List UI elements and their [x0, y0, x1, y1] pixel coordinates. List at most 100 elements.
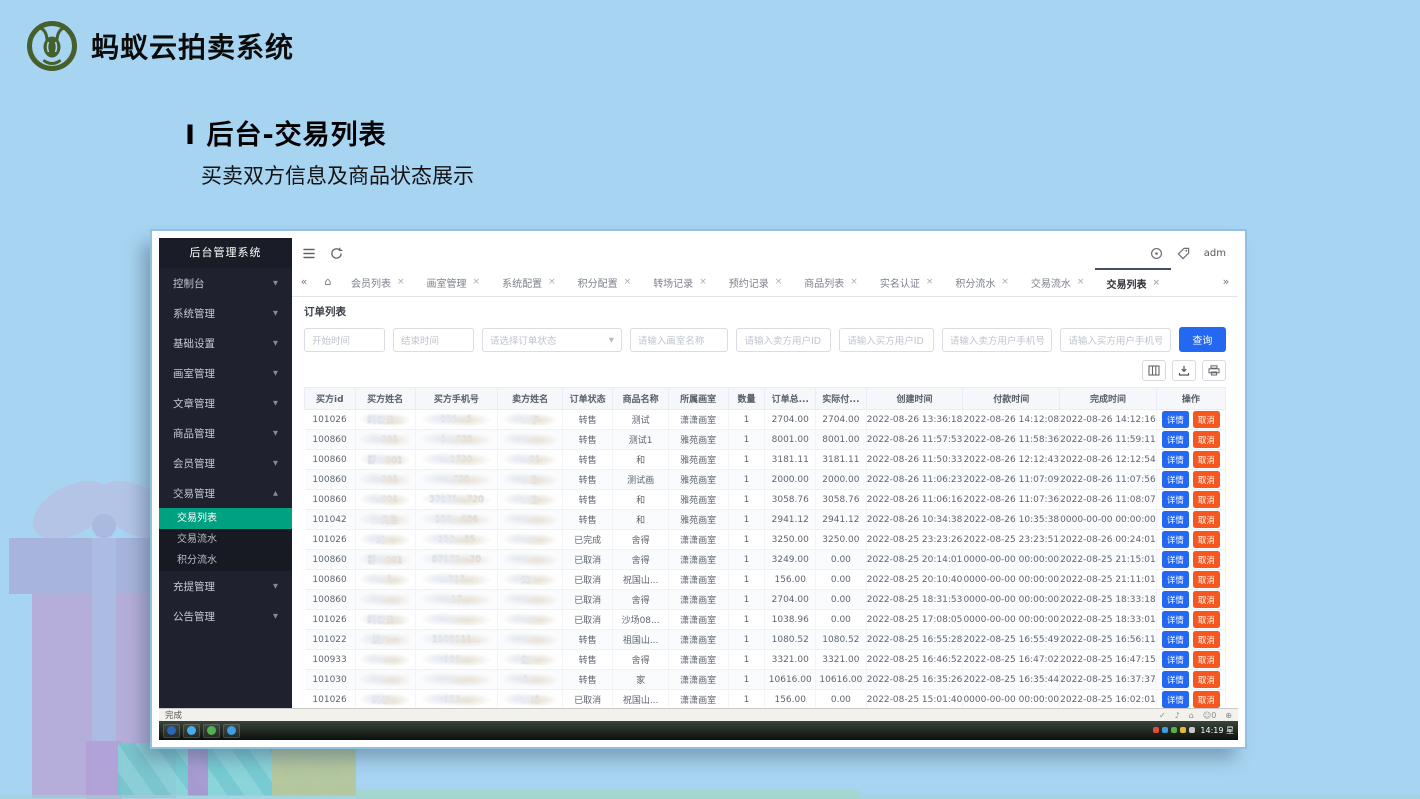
sidebar-item-会员管理[interactable]: 会员管理▼ [159, 448, 292, 478]
cell-value: 2022-08-26 10:35:38 [963, 515, 1059, 525]
sidebar-item-画室管理[interactable]: 画室管理▼ [159, 358, 292, 388]
export-icon[interactable] [1172, 360, 1196, 381]
collapse-menu-icon[interactable] [302, 247, 316, 260]
sidebar-subitem-交易流水[interactable]: 交易流水 [159, 529, 292, 550]
cell: 100933 [305, 650, 356, 670]
taskbar-app-icon[interactable] [183, 724, 200, 738]
sidebar-item-交易管理[interactable]: 交易管理▲ [159, 478, 292, 508]
detail-button[interactable]: 详情 [1162, 451, 1189, 468]
query-button[interactable]: 查询 [1179, 327, 1226, 352]
detail-button[interactable]: 详情 [1162, 431, 1189, 448]
cancel-button[interactable]: 取消 [1193, 451, 1220, 468]
cancel-button[interactable]: 取消 [1193, 491, 1220, 508]
cancel-button[interactable]: 取消 [1193, 671, 1220, 688]
cancel-button[interactable]: 取消 [1193, 571, 1220, 588]
tab-close-icon[interactable]: × [624, 277, 632, 287]
sidebar-item-商品管理[interactable]: 商品管理▼ [159, 418, 292, 448]
sidebar-item-基础设置[interactable]: 基础设置▼ [159, 328, 292, 358]
tab-close-icon[interactable]: × [699, 277, 707, 287]
cell-value: 0000-00-00 00:00:00 [963, 615, 1059, 625]
detail-button[interactable]: 详情 [1162, 551, 1189, 568]
print-icon[interactable] [1202, 360, 1226, 381]
detail-button[interactable]: 详情 [1162, 591, 1189, 608]
sidebar-item-文章管理[interactable]: 文章管理▼ [159, 388, 292, 418]
sidebar-item-控制台[interactable]: 控制台▼ [159, 268, 292, 298]
tab-close-icon[interactable]: × [1152, 278, 1160, 288]
tab-close-icon[interactable]: × [1001, 277, 1009, 287]
cell-value: 2022-08-26 11:06:23 [867, 475, 963, 485]
detail-button[interactable]: 详情 [1162, 491, 1189, 508]
order-status-select[interactable]: 请选择订单状态▼ [482, 328, 622, 352]
tab-close-icon[interactable]: × [1077, 277, 1085, 287]
cancel-button[interactable]: 取消 [1193, 651, 1220, 668]
tab-转场记录[interactable]: 转场记录× [642, 268, 718, 296]
detail-button[interactable]: 详情 [1162, 571, 1189, 588]
cell-value: 0000-00-00 00:00:00 [963, 595, 1059, 605]
detail-button[interactable]: 详情 [1162, 471, 1189, 488]
cancel-button[interactable]: 取消 [1193, 531, 1220, 548]
tab-商品列表[interactable]: 商品列表× [793, 268, 869, 296]
detail-button[interactable]: 详情 [1162, 611, 1189, 628]
filter-input[interactable]: 请输入卖方用户ID [736, 328, 831, 352]
detail-button[interactable]: 详情 [1162, 651, 1189, 668]
home-tab-icon[interactable]: ⌂ [316, 268, 340, 296]
cancel-button[interactable]: 取消 [1193, 611, 1220, 628]
cell-value: 101026 [312, 415, 346, 425]
cancel-button[interactable]: 取消 [1193, 411, 1220, 428]
tab-会员列表[interactable]: 会员列表× [340, 268, 416, 296]
detail-button[interactable]: 详情 [1162, 511, 1189, 528]
tab-交易流水[interactable]: 交易流水× [1020, 268, 1096, 296]
status-text: 完成 [165, 709, 182, 721]
filter-input[interactable]: 请输入买方用户ID [839, 328, 934, 352]
sidebar-subitem-积分流水[interactable]: 积分流水 [159, 550, 292, 571]
user-name[interactable]: adm [1204, 248, 1226, 259]
tab-实名认证[interactable]: 实名认证× [869, 268, 945, 296]
tab-close-icon[interactable]: × [775, 277, 783, 287]
tab-积分配置[interactable]: 积分配置× [567, 268, 643, 296]
taskbar-app-icon[interactable] [223, 724, 240, 738]
columns-icon[interactable] [1142, 360, 1166, 381]
sidebar-item-公告管理[interactable]: 公告管理▼ [159, 601, 292, 631]
detail-button[interactable]: 详情 [1162, 631, 1189, 648]
taskbar-app-icon[interactable] [163, 724, 180, 738]
detail-button[interactable]: 详情 [1162, 531, 1189, 548]
tabs-scroll-left-icon[interactable]: « [292, 268, 316, 296]
cell-actions: 详情取消 [1156, 630, 1225, 650]
filter-input[interactable]: 结束时间 [393, 328, 474, 352]
sidebar-subitem-交易列表[interactable]: 交易列表 [159, 508, 292, 529]
tab-积分流水[interactable]: 积分流水× [944, 268, 1020, 296]
tab-close-icon[interactable]: × [397, 277, 405, 287]
tag-icon[interactable] [1177, 247, 1190, 260]
filter-input[interactable]: 开始时间 [304, 328, 385, 352]
cancel-button[interactable]: 取消 [1193, 631, 1220, 648]
tab-预约记录[interactable]: 预约记录× [718, 268, 794, 296]
taskbar-app-icon[interactable] [203, 724, 220, 738]
refresh-icon[interactable] [330, 247, 343, 260]
tab-close-icon[interactable]: × [473, 277, 481, 287]
cell-value: 101022 [312, 635, 346, 645]
tab-close-icon[interactable]: × [548, 277, 556, 287]
sidebar-item-充提管理[interactable]: 充提管理▼ [159, 571, 292, 601]
cancel-button[interactable]: 取消 [1193, 691, 1220, 708]
tab-交易列表[interactable]: 交易列表× [1095, 268, 1171, 296]
tabs-scroll-right-icon[interactable]: » [1214, 268, 1238, 296]
chevron-down-icon: ▼ [273, 612, 278, 620]
tab-系统配置[interactable]: 系统配置× [491, 268, 567, 296]
tab-close-icon[interactable]: × [926, 277, 934, 287]
filter-input[interactable]: 请输入卖方用户手机号 [942, 328, 1052, 352]
notification-icon[interactable] [1150, 247, 1163, 260]
tab-画室管理[interactable]: 画室管理× [416, 268, 492, 296]
cancel-button[interactable]: 取消 [1193, 511, 1220, 528]
cancel-button[interactable]: 取消 [1193, 591, 1220, 608]
sidebar-item-系统管理[interactable]: 系统管理▼ [159, 298, 292, 328]
detail-button[interactable]: 详情 [1162, 411, 1189, 428]
detail-button[interactable]: 详情 [1162, 691, 1189, 708]
detail-button[interactable]: 详情 [1162, 671, 1189, 688]
cancel-button[interactable]: 取消 [1193, 551, 1220, 568]
cancel-button[interactable]: 取消 [1193, 431, 1220, 448]
filter-input[interactable]: 请输入买方用户手机号 [1060, 328, 1170, 352]
olive-box-decoration [272, 745, 356, 796]
tab-close-icon[interactable]: × [850, 277, 858, 287]
cancel-button[interactable]: 取消 [1193, 471, 1220, 488]
filter-input[interactable]: 请输入画室名称 [630, 328, 729, 352]
